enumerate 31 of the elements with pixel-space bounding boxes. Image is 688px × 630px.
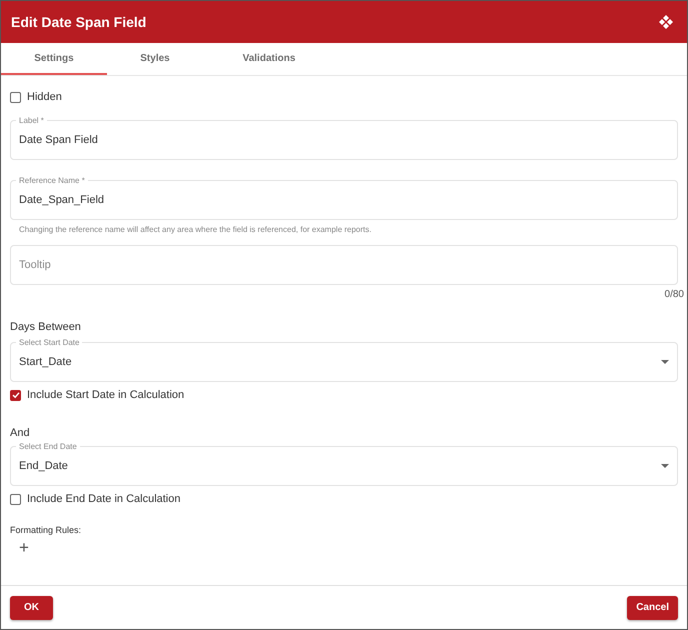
input-field[interactable]: Tooltip [10, 245, 678, 285]
cancel-button[interactable]: Cancel [627, 596, 678, 620]
caret-icon [661, 360, 669, 364]
helper-text: Changing the reference name will affect any area where the field is referenced, for example reports. [19, 224, 372, 235]
field-label: Label * [16, 115, 47, 126]
dialog-title: Edit Date Span Field [11, 14, 146, 30]
field-value: End_Date [19, 460, 69, 472]
field-value: Start_Date [19, 356, 73, 368]
field-label: Select Start Date [16, 337, 82, 348]
field-value: Date_Span_Field [19, 194, 106, 206]
ok-button[interactable]: OK [10, 596, 53, 620]
checkbox[interactable] [10, 390, 21, 400]
section-heading: Days Between [10, 321, 82, 333]
checkbox-label: Hidden [27, 91, 62, 103]
field-label: Reference Name * [16, 175, 88, 186]
checkbox-label: Include End Date in Calculation [27, 493, 180, 505]
section-heading: And [10, 427, 31, 439]
caret-icon [661, 464, 669, 468]
placeholder: Tooltip [19, 259, 52, 271]
checkbox[interactable] [10, 494, 21, 504]
tab[interactable]: Settings [1, 43, 107, 75]
tab[interactable]: Validations [203, 43, 335, 75]
field-value: Date Span Field [19, 134, 99, 146]
tab[interactable]: Styles [107, 43, 203, 75]
character-counter: 0/80 [664, 289, 684, 300]
checkbox-label: Include Start Date in Calculation [27, 389, 184, 401]
move-icon[interactable] [659, 15, 673, 29]
add-icon[interactable]: + [17, 539, 31, 557]
checkbox[interactable] [10, 92, 21, 102]
section-label: Formatting Rules: [10, 525, 82, 535]
field-label: Select End Date [16, 441, 80, 452]
